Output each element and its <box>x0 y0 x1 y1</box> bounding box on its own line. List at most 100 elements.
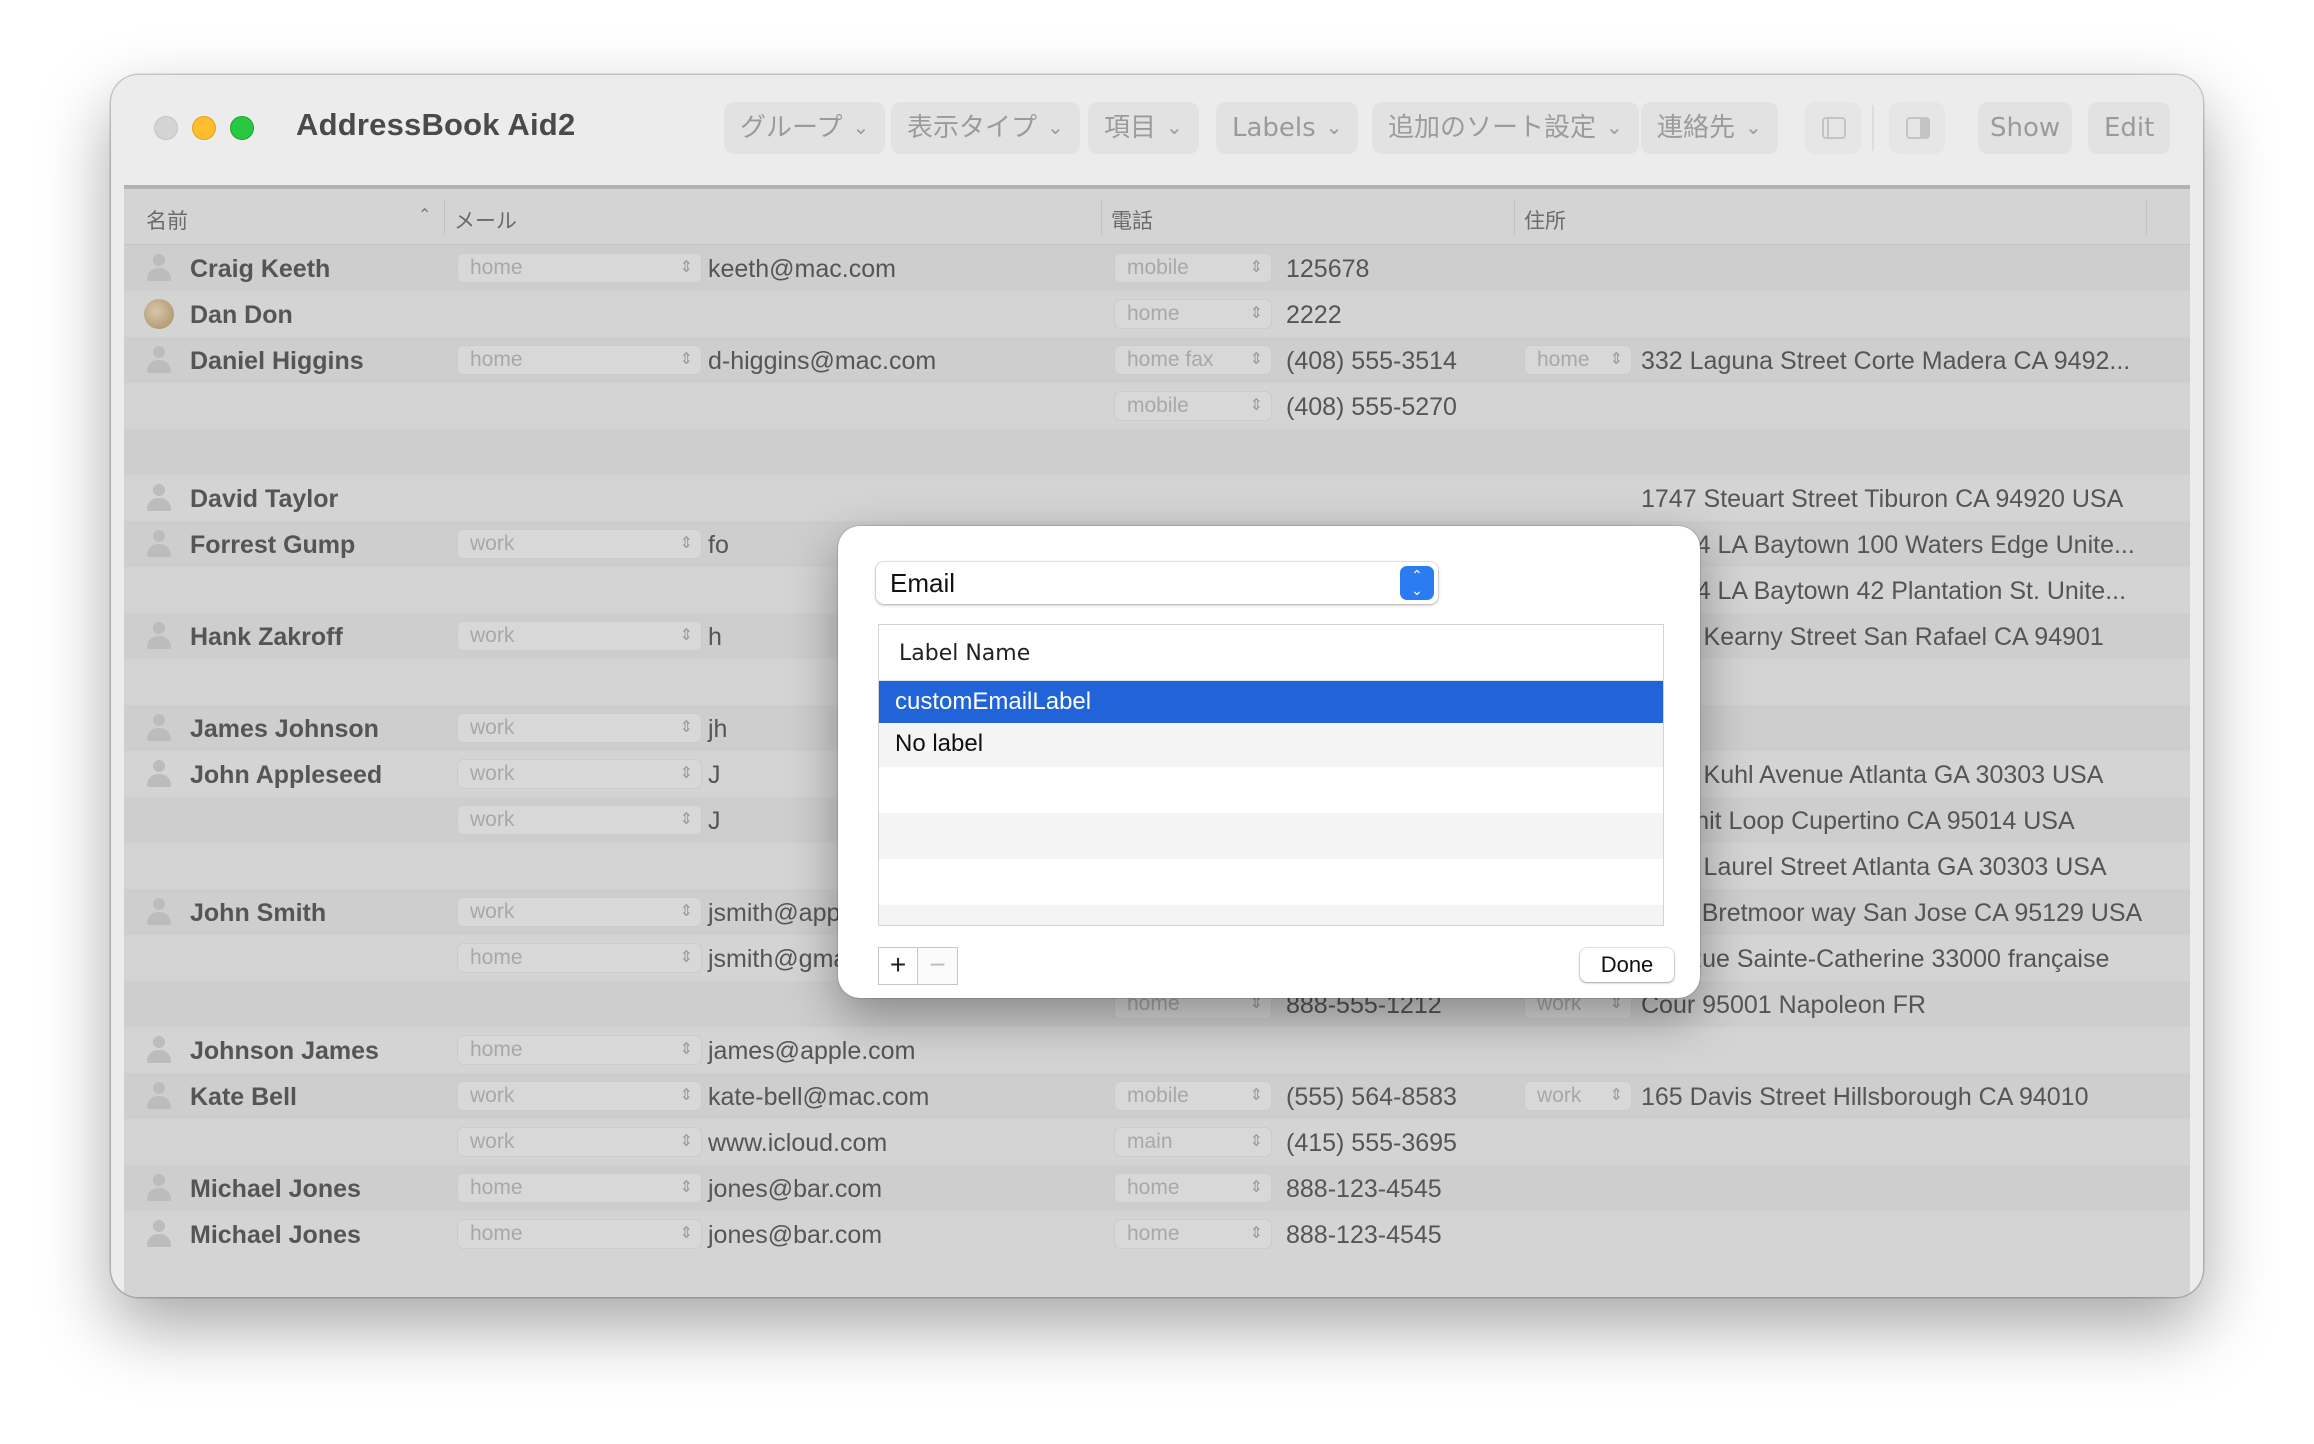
close-window-button[interactable] <box>154 116 178 140</box>
email-label-popup[interactable]: home ⇕ <box>457 1173 702 1203</box>
contact-name: David Taylor <box>190 485 339 513</box>
address-value: 2-4 Rue Sainte-Catherine 33000 française <box>1641 945 2110 973</box>
phone-label-popup[interactable]: main ⇕ <box>1114 1127 1272 1157</box>
person-icon <box>144 345 174 375</box>
phone-label-popup[interactable]: mobile⇕ <box>1114 1081 1272 1111</box>
email-label-popup[interactable]: work ⇕ <box>457 621 702 651</box>
person-icon <box>144 759 174 789</box>
email-label-popup[interactable]: work ⇕ <box>457 713 702 743</box>
done-button[interactable]: Done <box>1580 948 1674 982</box>
address-label-popup[interactable]: home⇕ <box>1524 345 1632 375</box>
contact-name: James Johnson <box>190 715 379 743</box>
address-value: 332 Laguna Street Corte Madera CA 9492..… <box>1641 347 2131 375</box>
minimize-window-button[interactable] <box>192 116 216 140</box>
email-value: jones@bar.com <box>708 1175 883 1203</box>
group-menu-button[interactable]: グループ ⌄ <box>724 102 886 154</box>
contact-name: John Smith <box>190 899 327 927</box>
table-row[interactable]: Michael Jones home ⇕ jones@bar.com home ⇕ 888-… <box>124 1211 2190 1257</box>
labels-menu-button[interactable]: Labels ⌄ <box>1216 102 1359 154</box>
label-list-empty-row <box>879 767 1663 813</box>
email-label-popup[interactable]: work ⇕ <box>457 805 702 835</box>
person-icon <box>144 529 174 559</box>
zoom-window-button[interactable] <box>230 116 254 140</box>
email-label-popup[interactable]: home ⇕ <box>457 253 702 283</box>
email-value: h <box>708 623 722 651</box>
email-label-popup[interactable]: work ⇕ <box>457 1127 702 1157</box>
email-label-popup[interactable]: work ⇕ <box>457 1081 702 1111</box>
column-header-address[interactable]: 住所 <box>1524 205 1566 235</box>
contact-name: Michael Jones <box>190 1175 361 1203</box>
chevron-down-icon: ⌄ <box>1745 115 1762 139</box>
contact-name: Johnson James <box>190 1037 379 1065</box>
additional-sort-menu-button[interactable]: 追加のソート設定 ⌄ <box>1372 102 1639 154</box>
chevron-down-icon: ⌄ <box>1166 115 1183 139</box>
contact-name: Forrest Gump <box>190 531 356 559</box>
up-down-chevron-icon: ⇕ <box>1249 1225 1263 1242</box>
chevron-down-icon: ⌄ <box>1325 115 1343 139</box>
table-header: 名前 ⌃ メール 電話 住所 <box>124 189 2190 245</box>
show-button[interactable]: Show <box>1978 102 2073 154</box>
sidebar-left-icon <box>1822 117 1846 139</box>
email-label-popup[interactable]: home ⇕ <box>457 943 702 973</box>
phone-label-popup[interactable]: home⇕ <box>1114 1219 1272 1249</box>
up-down-chevron-icon: ⇕ <box>679 627 693 644</box>
address-label-popup[interactable]: work⇕ <box>1524 1081 1632 1111</box>
table-row[interactable]: Johnson James home ⇕ james@apple.com <box>124 1027 2190 1073</box>
up-down-chevron-icon: ⇕ <box>1249 1133 1263 1150</box>
email-value: kate-bell@mac.com <box>708 1083 930 1111</box>
phone-label-popup[interactable]: home⇕ <box>1114 1173 1272 1203</box>
label-type-select[interactable]: Email ⌃ ⌄ <box>876 562 1438 604</box>
display-type-menu-button[interactable]: 表示タイプ ⌄ <box>891 102 1080 154</box>
phone-value: 888-123-4545 <box>1286 1175 1442 1203</box>
up-down-chevron-icon: ⇕ <box>679 949 693 966</box>
email-label-popup[interactable]: home ⇕ <box>457 1219 702 1249</box>
phone-label-popup[interactable]: home fax ⇕ <box>1114 345 1272 375</box>
table-row[interactable]: Dan Don home ⇕ 2222 <box>124 291 2190 337</box>
edit-button[interactable]: Edit <box>2088 102 2171 154</box>
toolbar: AddressBook Aid2 グループ ⌄ 表示タイプ ⌄ 項目 ⌄ Labels… <box>111 75 2203 187</box>
table-row[interactable]: Craig Keeth home ⇕ keeth@mac.com mobile ⇕ 1256… <box>124 245 2190 291</box>
email-value: www.icloud.com <box>708 1129 888 1157</box>
column-header-mail[interactable]: メール <box>454 205 517 235</box>
table-row[interactable]: Kate Bell work ⇕ kate-bell@mac.com mobile ⇕ (5… <box>124 1073 2190 1119</box>
left-sidebar-toggle[interactable] <box>1805 102 1861 154</box>
label-list-item[interactable]: No label <box>879 723 1663 767</box>
email-label-popup[interactable]: work ⇕ <box>457 529 702 559</box>
up-down-chevron-icon: ⇕ <box>1609 351 1623 368</box>
column-header-name[interactable]: 名前 <box>146 205 188 235</box>
email-value: keeth@mac.com <box>708 255 896 283</box>
table-row[interactable]: Daniel Higgins home ⇕ d-higgins@mac.com home… <box>124 337 2190 383</box>
phone-value: 2222 <box>1286 301 1342 329</box>
person-icon <box>144 1219 174 1249</box>
add-label-button[interactable]: + <box>878 947 918 985</box>
label-list-item-selected[interactable]: customEmailLabel <box>879 681 1663 723</box>
up-down-chevron-icon: ⇕ <box>1249 397 1263 414</box>
right-sidebar-toggle[interactable] <box>1889 102 1945 154</box>
email-label-popup[interactable]: work ⇕ <box>457 897 702 927</box>
phone-label-popup[interactable]: mobile⇕ <box>1114 253 1272 283</box>
items-menu-button[interactable]: 項目 ⌄ <box>1088 102 1199 154</box>
person-icon <box>144 621 174 651</box>
label-list-empty-row <box>879 905 1663 925</box>
email-label-popup[interactable]: home ⇕ <box>457 345 702 375</box>
table-row[interactable] <box>124 429 2190 475</box>
table-row[interactable]: mobile ⇕ (408) 555-5270 <box>124 383 2190 429</box>
remove-label-button[interactable]: − <box>918 947 958 985</box>
email-value: jh <box>708 715 728 743</box>
up-down-chevron-icon: ⇕ <box>1249 305 1263 322</box>
table-row[interactable]: work ⇕ www.icloud.com main ⇕ (415) 555-3695 <box>124 1119 2190 1165</box>
phone-label-popup[interactable]: home⇕ <box>1114 299 1272 329</box>
email-label-popup[interactable]: home ⇕ <box>457 1035 702 1065</box>
email-value: james@apple.com <box>708 1037 916 1065</box>
email-value: J <box>708 807 721 835</box>
address-value: 30314 LA Baytown 42 Plantation St. Unite… <box>1641 577 2127 605</box>
table-row[interactable]: Michael Jones home ⇕ jones@bar.com home ⇕ 888-… <box>124 1165 2190 1211</box>
table-row[interactable]: David Taylor 1747 Steuart Street Tiburon … <box>124 475 2190 521</box>
person-icon <box>144 713 174 743</box>
column-header-phone[interactable]: 電話 <box>1111 205 1153 235</box>
contact-name: Kate Bell <box>190 1083 297 1111</box>
label-name-column-header[interactable]: Label Name <box>899 641 1030 666</box>
contacts-menu-button[interactable]: 連絡先 ⌄ <box>1641 102 1778 154</box>
phone-label-popup[interactable]: mobile⇕ <box>1114 391 1272 421</box>
email-label-popup[interactable]: work ⇕ <box>457 759 702 789</box>
